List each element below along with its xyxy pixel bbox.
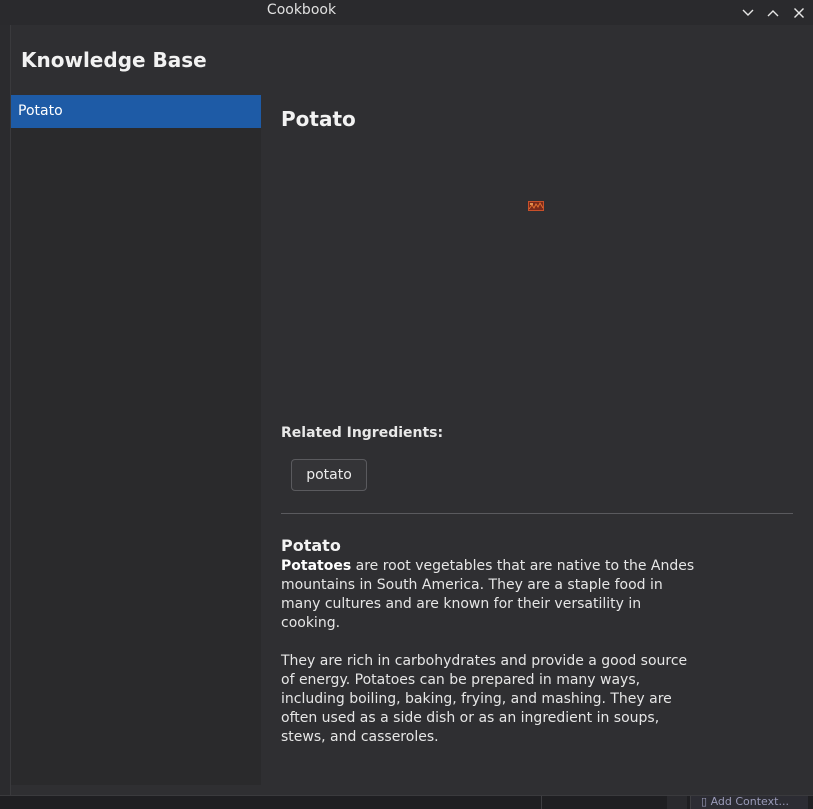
paperclip-icon: ▯ xyxy=(701,796,711,808)
article-paragraph-1: Potatoes are root vegetables that are na… xyxy=(281,557,701,633)
related-ingredient-chip[interactable]: potato xyxy=(291,459,367,491)
taskbar: ▯ Add Context... xyxy=(0,795,813,809)
divider xyxy=(281,513,793,514)
close-button[interactable] xyxy=(790,4,808,22)
sidebar-list[interactable]: Potato xyxy=(11,95,261,785)
app-window: Cookbook Knowledge Base Potato Potato Re… xyxy=(0,0,813,809)
page-title: Potato xyxy=(281,107,356,131)
article-body: Potatoes are root vegetables that are na… xyxy=(281,557,701,766)
taskbar-segment xyxy=(667,796,687,809)
article-paragraph-2: They are rich in carbohydrates and provi… xyxy=(281,653,688,745)
ingredient-image xyxy=(281,145,793,405)
related-ingredients-label: Related Ingredients: xyxy=(281,425,444,441)
taskbar-separator xyxy=(541,796,542,809)
maximize-button[interactable] xyxy=(764,4,782,22)
close-icon xyxy=(794,8,804,18)
article-heading: Potato xyxy=(281,536,341,555)
add-context-button[interactable]: ▯ Add Context... xyxy=(690,796,808,809)
sidebar-item-potato[interactable]: Potato xyxy=(11,95,261,128)
chevron-up-icon xyxy=(767,10,779,17)
knowledge-base-heading: Knowledge Base xyxy=(21,48,207,72)
minimize-button[interactable] xyxy=(739,4,757,22)
title-bar[interactable]: Cookbook xyxy=(0,0,813,25)
window-left-edge xyxy=(0,25,11,795)
chevron-down-icon xyxy=(742,9,754,16)
window-title: Cookbook xyxy=(266,2,337,18)
article-bold-term: Potatoes xyxy=(281,558,352,574)
broken-image-icon xyxy=(528,201,544,211)
add-context-label: Add Context... xyxy=(710,796,789,808)
